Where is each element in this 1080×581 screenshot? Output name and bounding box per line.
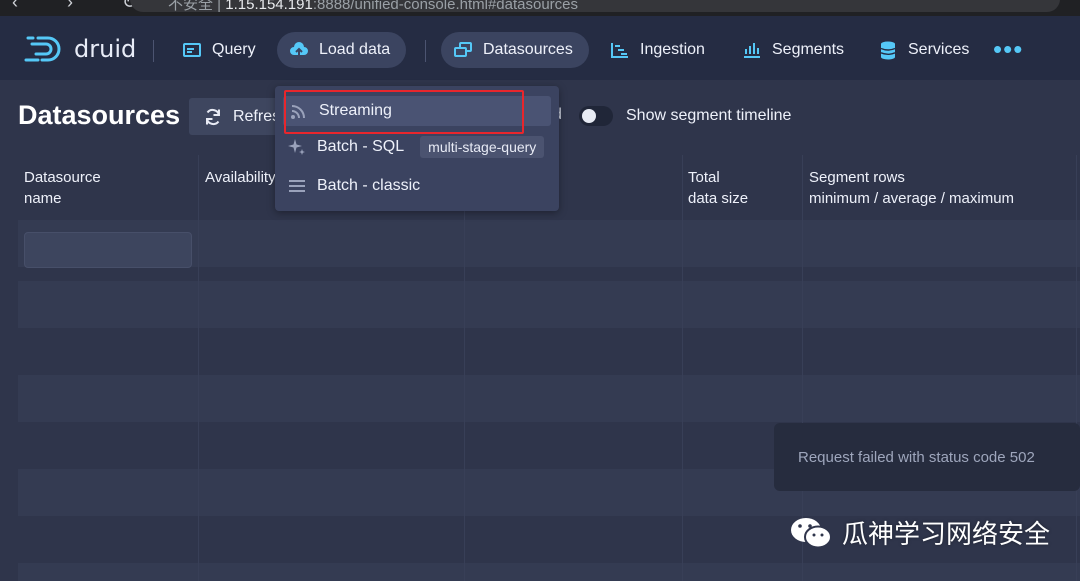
segments-icon xyxy=(744,43,760,58)
database-icon xyxy=(880,41,896,60)
toggle-knob xyxy=(582,109,596,123)
gantt-chart-icon xyxy=(611,43,628,58)
watermark-text: 瓜神学习网络安全 xyxy=(842,520,1051,550)
nav-ingestion[interactable]: Ingestion xyxy=(598,32,721,68)
header-text: data size xyxy=(688,190,749,207)
nav-datasources[interactable]: Datasources xyxy=(441,32,589,68)
menu-item-batch-classic-label: Batch - classic xyxy=(317,177,421,194)
nav-ingestion-label: Ingestion xyxy=(640,41,705,58)
header-datasource-name[interactable]: Datasource name xyxy=(24,167,101,209)
datasources-icon xyxy=(454,42,472,57)
refresh-icon xyxy=(205,108,220,125)
segment-timeline-toggle[interactable] xyxy=(579,106,613,126)
nav-services-label: Services xyxy=(908,41,970,58)
nav-segments[interactable]: Segments xyxy=(730,32,860,68)
menu-item-batch-classic[interactable]: Batch - classic xyxy=(287,171,420,201)
nav-query[interactable]: Query xyxy=(170,32,272,68)
menu-item-batch-sql[interactable]: Batch - SQL multi-stage-query xyxy=(287,132,545,162)
segment-timeline-label: Show segment timeline xyxy=(626,107,792,124)
header-text: Total xyxy=(688,169,720,186)
nav-divider xyxy=(153,40,154,62)
browser-bar: ‹ › ↻ 不安全 | 1.15.154.191:8888/unified-co… xyxy=(0,0,1080,16)
error-toast[interactable]: Request failed with status code 502 xyxy=(774,423,1080,491)
nav-query-label: Query xyxy=(212,41,256,58)
nav-segments-label: Segments xyxy=(772,41,845,58)
toast-message: Request failed with status code 502 xyxy=(798,448,1035,466)
header-text: Segment rows xyxy=(809,169,905,186)
header-segment-rows[interactable]: Segment rows minimum / average / maximum xyxy=(809,167,1014,209)
nav-divider xyxy=(425,40,426,62)
url-warning: 不安全 xyxy=(168,0,214,13)
header-total-data-size[interactable]: Total data size xyxy=(688,167,748,209)
address-url: 不安全 | 1.15.154.191:8888/unified-console.… xyxy=(168,0,578,14)
druid-logo-icon xyxy=(24,36,61,62)
page-title: Datasources xyxy=(18,100,181,130)
wechat-watermark: 瓜神学习网络安全 xyxy=(790,514,1050,551)
more-menu-icon[interactable]: ••• xyxy=(993,36,1023,62)
header-availability[interactable]: Availability xyxy=(205,167,276,188)
url-path: :8888/unified-console.html#datasources xyxy=(312,0,579,13)
refresh-button[interactable]: Refresh xyxy=(189,98,289,135)
header-text: Datasource xyxy=(24,169,101,186)
cloud-upload-icon xyxy=(290,42,308,57)
sparkle-icon xyxy=(288,139,305,155)
table-row[interactable] xyxy=(18,563,1080,581)
query-icon xyxy=(183,43,201,57)
datasource-name-filter-input[interactable] xyxy=(24,232,192,268)
top-navbar: druid Query Load data Datasources Ingest… xyxy=(0,16,1080,80)
highlight-annotation-box xyxy=(284,90,524,134)
table-row[interactable] xyxy=(18,375,1080,422)
table-row[interactable] xyxy=(18,281,1080,328)
wechat-icon xyxy=(791,517,832,548)
druid-logo[interactable]: druid xyxy=(24,34,136,64)
nav-load-data[interactable]: Load data xyxy=(277,32,407,68)
nav-datasources-label: Datasources xyxy=(483,41,573,58)
list-icon xyxy=(289,180,305,192)
nav-services[interactable]: Services xyxy=(866,32,985,68)
multi-stage-query-tag: multi-stage-query xyxy=(420,136,545,158)
nav-load-data-label: Load data xyxy=(319,41,391,58)
header-text: minimum / average / maximum xyxy=(809,190,1015,207)
logo-text: druid xyxy=(74,35,137,63)
menu-item-batch-sql-label: Batch - SQL xyxy=(317,138,405,155)
header-text: name xyxy=(24,190,62,207)
url-host: 1.15.154.191 xyxy=(225,0,313,13)
